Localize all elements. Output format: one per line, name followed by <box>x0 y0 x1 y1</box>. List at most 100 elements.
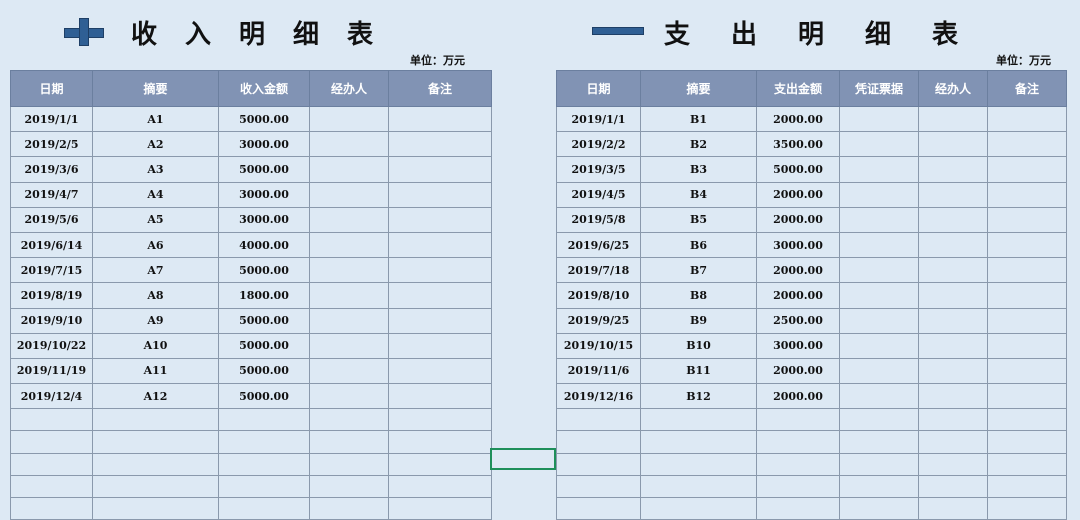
income-cell[interactable] <box>309 231 389 259</box>
income-cell[interactable] <box>388 357 492 385</box>
income-empty-cell[interactable] <box>10 496 93 520</box>
income-empty-cell[interactable] <box>309 496 389 520</box>
expense-cell[interactable]: 2000.00 <box>756 105 840 133</box>
income-cell[interactable] <box>309 282 389 309</box>
income-cell[interactable]: 2019/1/1 <box>10 105 93 133</box>
expense-cell[interactable]: 2019/11/6 <box>556 357 641 385</box>
income-cell[interactable]: A1 <box>92 105 219 133</box>
income-cell[interactable]: A7 <box>92 257 219 284</box>
income-empty-cell[interactable] <box>92 408 219 432</box>
income-cell[interactable] <box>388 231 492 259</box>
income-cell[interactable]: 2019/5/6 <box>10 206 93 233</box>
income-empty-cell[interactable] <box>309 408 389 432</box>
income-empty-cell[interactable] <box>92 474 219 499</box>
expense-empty-cell[interactable] <box>987 474 1067 499</box>
income-header-date[interactable]: 日期 <box>10 70 93 107</box>
income-cell[interactable] <box>388 332 492 359</box>
income-cell[interactable]: 5000.00 <box>218 332 310 359</box>
income-cell[interactable]: A6 <box>92 231 219 259</box>
expense-cell[interactable]: 2019/10/15 <box>556 332 641 359</box>
expense-cell[interactable] <box>987 181 1067 208</box>
expense-cell[interactable] <box>918 282 988 309</box>
expense-cell[interactable]: B3 <box>640 156 757 183</box>
expense-empty-cell[interactable] <box>918 452 988 476</box>
income-empty-cell[interactable] <box>388 430 492 454</box>
expense-empty-cell[interactable] <box>918 408 988 432</box>
expense-empty-cell[interactable] <box>556 452 641 476</box>
expense-empty-cell[interactable] <box>918 496 988 520</box>
income-empty-cell[interactable] <box>388 496 492 520</box>
income-cell[interactable]: 5000.00 <box>218 383 310 410</box>
income-cell[interactable] <box>388 131 492 158</box>
expense-cell[interactable] <box>987 131 1067 158</box>
expense-cell[interactable] <box>918 383 988 410</box>
expense-empty-cell[interactable] <box>640 452 757 476</box>
expense-cell[interactable] <box>918 332 988 359</box>
expense-cell[interactable] <box>987 332 1067 359</box>
income-empty-cell[interactable] <box>218 430 310 454</box>
expense-cell[interactable] <box>839 257 919 284</box>
expense-cell[interactable] <box>839 282 919 309</box>
expense-cell[interactable]: 2000.00 <box>756 206 840 233</box>
income-cell[interactable]: 5000.00 <box>218 105 310 133</box>
expense-empty-cell[interactable] <box>987 496 1067 520</box>
expense-empty-cell[interactable] <box>556 474 641 499</box>
income-cell[interactable]: A8 <box>92 282 219 309</box>
expense-cell[interactable]: 2019/12/16 <box>556 383 641 410</box>
expense-cell[interactable] <box>918 131 988 158</box>
income-empty-cell[interactable] <box>309 474 389 499</box>
income-empty-cell[interactable] <box>218 496 310 520</box>
expense-header-voucher[interactable]: 凭证票据 <box>839 70 919 107</box>
expense-cell[interactable]: B1 <box>640 105 757 133</box>
expense-cell[interactable]: B2 <box>640 131 757 158</box>
income-cell[interactable] <box>309 307 389 334</box>
expense-empty-cell[interactable] <box>918 474 988 499</box>
expense-cell[interactable]: 3000.00 <box>756 231 840 259</box>
income-cell[interactable] <box>388 156 492 183</box>
expense-empty-cell[interactable] <box>556 430 641 454</box>
expense-empty-cell[interactable] <box>756 408 840 432</box>
income-cell[interactable] <box>388 181 492 208</box>
income-empty-cell[interactable] <box>218 408 310 432</box>
income-cell[interactable]: 2019/4/7 <box>10 181 93 208</box>
income-empty-cell[interactable] <box>309 452 389 476</box>
expense-cell[interactable] <box>839 357 919 385</box>
expense-header-date[interactable]: 日期 <box>556 70 641 107</box>
expense-cell[interactable] <box>839 156 919 183</box>
expense-cell[interactable]: 2000.00 <box>756 282 840 309</box>
income-cell[interactable]: 5000.00 <box>218 257 310 284</box>
income-cell[interactable]: A2 <box>92 131 219 158</box>
expense-cell[interactable] <box>839 307 919 334</box>
expense-cell[interactable]: 3000.00 <box>756 332 840 359</box>
expense-empty-cell[interactable] <box>987 452 1067 476</box>
expense-empty-cell[interactable] <box>839 408 919 432</box>
expense-cell[interactable]: B10 <box>640 332 757 359</box>
expense-cell[interactable] <box>839 231 919 259</box>
income-cell[interactable]: 1800.00 <box>218 282 310 309</box>
expense-cell[interactable]: 2500.00 <box>756 307 840 334</box>
expense-cell[interactable] <box>987 383 1067 410</box>
selected-cell[interactable] <box>490 448 556 470</box>
income-cell[interactable]: 4000.00 <box>218 231 310 259</box>
expense-cell[interactable]: 2019/6/25 <box>556 231 641 259</box>
income-cell[interactable] <box>388 307 492 334</box>
expense-cell[interactable] <box>918 206 988 233</box>
expense-cell[interactable]: 2019/7/18 <box>556 257 641 284</box>
expense-cell[interactable]: 2019/3/5 <box>556 156 641 183</box>
income-cell[interactable]: A10 <box>92 332 219 359</box>
income-header-summary[interactable]: 摘要 <box>92 70 219 107</box>
income-cell[interactable]: 2019/7/15 <box>10 257 93 284</box>
income-empty-cell[interactable] <box>388 474 492 499</box>
expense-header-handler[interactable]: 经办人 <box>918 70 988 107</box>
expense-cell[interactable]: B9 <box>640 307 757 334</box>
income-empty-cell[interactable] <box>309 430 389 454</box>
income-cell[interactable]: 2019/2/5 <box>10 131 93 158</box>
income-cell[interactable]: 2019/3/6 <box>10 156 93 183</box>
income-cell[interactable] <box>309 181 389 208</box>
expense-empty-cell[interactable] <box>756 452 840 476</box>
income-cell[interactable] <box>388 383 492 410</box>
income-cell[interactable] <box>388 105 492 133</box>
expense-cell[interactable]: 2019/1/1 <box>556 105 641 133</box>
expense-empty-cell[interactable] <box>640 430 757 454</box>
expense-cell[interactable] <box>839 105 919 133</box>
